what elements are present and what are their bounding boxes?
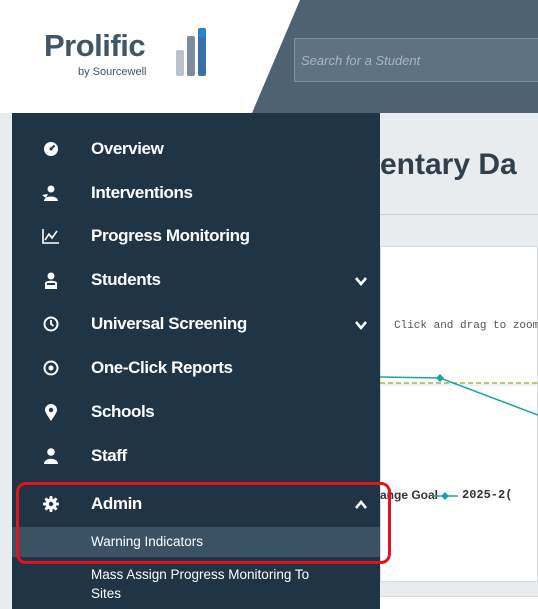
user-icon bbox=[42, 447, 60, 465]
line-chart-icon bbox=[42, 227, 60, 245]
sidebar-item-label: Interventions bbox=[91, 183, 193, 202]
sidebar-subitem-label: Sites bbox=[91, 586, 122, 601]
student-search[interactable] bbox=[294, 38, 538, 82]
target-icon bbox=[42, 359, 60, 377]
logo-subtitle: by Sourcewell bbox=[78, 66, 147, 78]
people-icon bbox=[42, 184, 60, 202]
sidebar-item-universal-screening[interactable]: Universal Screening bbox=[12, 304, 380, 348]
sidebar-item-one-click-reports[interactable]: One-Click Reports bbox=[12, 348, 380, 392]
chevron-down-icon[interactable] bbox=[354, 274, 368, 288]
zoom-hint: Click and drag to zoom bbox=[394, 320, 538, 332]
gauge-icon bbox=[42, 140, 60, 158]
sidebar-item-label: Universal Screening bbox=[91, 314, 247, 333]
card-bottom bbox=[380, 596, 538, 609]
progress-chart[interactable] bbox=[380, 355, 538, 425]
sidebar-item-label: Staff bbox=[91, 446, 127, 465]
sidebar-item-label: Schools bbox=[91, 402, 155, 421]
student-icon bbox=[42, 271, 60, 289]
sidebar-item-interventions[interactable]: Interventions bbox=[12, 173, 380, 217]
sidebar-item-label: Students bbox=[91, 270, 161, 289]
sidebar-item-schools[interactable]: Schools bbox=[12, 392, 380, 436]
legend-series-marker bbox=[432, 492, 458, 500]
sidebar-item-label: One-Click Reports bbox=[91, 358, 233, 377]
map-pin-icon bbox=[42, 403, 60, 421]
sidebar-item-label: Progress Monitoring bbox=[91, 226, 250, 245]
page-title: entary Da bbox=[380, 148, 517, 181]
sidebar-subitem-label: Mass Assign Progress Monitoring To bbox=[91, 567, 310, 582]
series-point bbox=[436, 374, 444, 382]
sidebar-subitem-mass-assign[interactable]: Mass Assign Progress Monitoring To Sites bbox=[12, 557, 380, 607]
sidebar-item-label: Overview bbox=[91, 139, 164, 158]
stopwatch-icon bbox=[42, 315, 60, 333]
search-input[interactable] bbox=[295, 39, 538, 81]
title-divider bbox=[380, 214, 538, 215]
sidebar-item-staff[interactable]: Staff bbox=[12, 436, 380, 480]
chevron-down-icon[interactable] bbox=[354, 318, 368, 332]
sidebar-item-progress-monitoring[interactable]: Progress Monitoring bbox=[12, 216, 380, 260]
sidebar-item-overview[interactable]: Overview bbox=[12, 129, 380, 173]
admin-highlight-box bbox=[16, 482, 391, 564]
sidebar-item-students[interactable]: Students bbox=[12, 260, 380, 304]
logo[interactable]: Prolific by Sourcewell bbox=[44, 28, 234, 88]
series-line bbox=[380, 376, 538, 416]
logo-name: Prolific bbox=[44, 28, 146, 63]
logo-bars-icon bbox=[176, 28, 216, 76]
legend-series-label: 2025-2( bbox=[462, 488, 513, 502]
